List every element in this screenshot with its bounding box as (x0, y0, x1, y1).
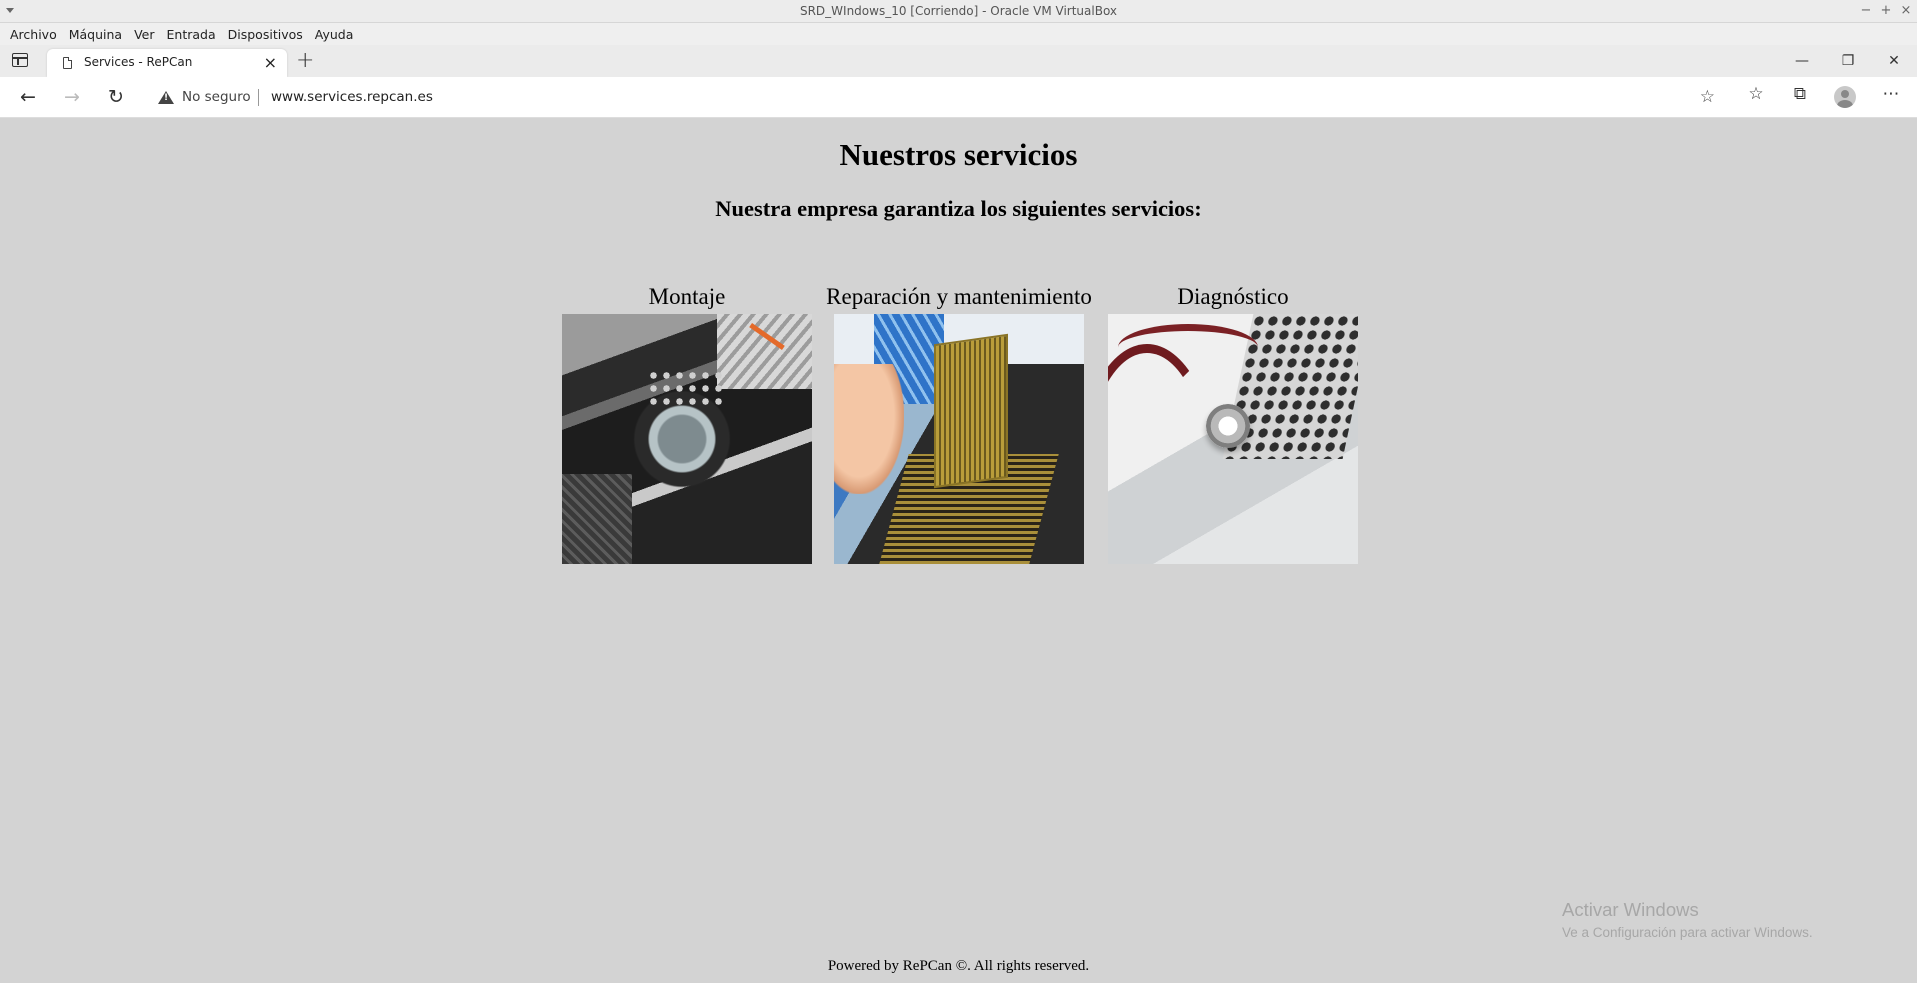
vm-menu-archivo[interactable]: Archivo (4, 27, 63, 42)
back-button[interactable]: ← (14, 83, 42, 111)
service-reparacion: Reparación y mantenimiento (814, 280, 1104, 564)
tab-close-icon[interactable]: × (264, 53, 277, 72)
vm-title-bar: SRD_WIndows_10 [Corriendo] - Oracle VM V… (0, 0, 1917, 23)
activation-title: Activar Windows (1562, 899, 1699, 920)
tab-title: Services - RePCan (84, 55, 193, 69)
favorites-icon[interactable]: ☆ (1743, 84, 1769, 104)
activation-hint: Ve a Configuración para activar Windows. (1562, 925, 1813, 940)
motherboard-image (562, 314, 812, 564)
url-text[interactable]: www.services.repcan.es (271, 89, 433, 105)
page-heading: Nuestros servicios (839, 137, 1078, 172)
address-bar[interactable]: No seguro www.services.repcan.es ☆ (144, 81, 1729, 113)
security-status[interactable]: No seguro (182, 89, 251, 105)
browser-window-controls: — ❐ ✕ (1779, 45, 1917, 77)
tab-actions-icon[interactable] (12, 53, 28, 67)
vm-window-controls: − + × (1859, 0, 1913, 22)
browser-tab-strip: Services - RePCan × + — ❐ ✕ (0, 45, 1917, 77)
vm-system-menu-icon[interactable] (6, 8, 14, 13)
vm-menu-ver[interactable]: Ver (128, 27, 160, 42)
stethoscope-laptop-image (1108, 314, 1358, 564)
refresh-button[interactable]: ↻ (102, 83, 130, 111)
vm-menu-dispositivos[interactable]: Dispositivos (222, 27, 309, 42)
collections-icon[interactable]: ⧉ (1787, 84, 1813, 104)
warning-icon[interactable] (158, 91, 174, 104)
service-montaje: Montaje (542, 280, 832, 564)
browser-minimize-button[interactable]: — (1779, 45, 1825, 77)
vm-window-title: SRD_WIndows_10 [Corriendo] - Oracle VM V… (799, 4, 1118, 18)
browser-close-button[interactable]: ✕ (1871, 45, 1917, 77)
browser-restore-button[interactable]: ❐ (1825, 45, 1871, 77)
add-favorite-icon[interactable]: ☆ (1700, 87, 1715, 107)
profile-avatar[interactable] (1834, 86, 1856, 108)
page-footer: Powered by RePCan ©. All rights reserved… (827, 958, 1090, 974)
service-label: Diagnóstico (1177, 284, 1289, 309)
cpu-repair-image (834, 314, 1084, 564)
more-options-icon[interactable]: ⋯ (1878, 84, 1904, 104)
service-diagnostico: Diagnóstico (1088, 280, 1378, 564)
service-label: Montaje (648, 284, 726, 309)
address-separator (258, 89, 259, 106)
vm-menu-maquina[interactable]: Máquina (63, 27, 128, 42)
page-subheading: Nuestra empresa garantiza los siguientes… (715, 196, 1202, 221)
page-content: Nuestros servicios Nuestra empresa garan… (0, 118, 1917, 983)
browser-tab-active[interactable]: Services - RePCan × (47, 49, 287, 77)
vm-menu-bar: Archivo Máquina Ver Entrada Dispositivos… (0, 23, 1917, 45)
browser-toolbar: ← → ↻ No seguro www.services.repcan.es ☆… (0, 77, 1917, 118)
vm-close-button[interactable]: × (1899, 0, 1913, 22)
vm-maximize-button[interactable]: + (1879, 0, 1893, 22)
vm-menu-entrada[interactable]: Entrada (161, 27, 222, 42)
vm-minimize-button[interactable]: − (1859, 0, 1873, 22)
activation-watermark: Activar Windows Ve a Configuración para … (1562, 899, 1813, 940)
page-favicon-icon (63, 57, 72, 69)
forward-button[interactable]: → (58, 83, 86, 111)
service-label: Reparación y mantenimiento (826, 284, 1092, 309)
vm-menu-ayuda[interactable]: Ayuda (309, 27, 360, 42)
new-tab-button[interactable]: + (296, 48, 314, 73)
